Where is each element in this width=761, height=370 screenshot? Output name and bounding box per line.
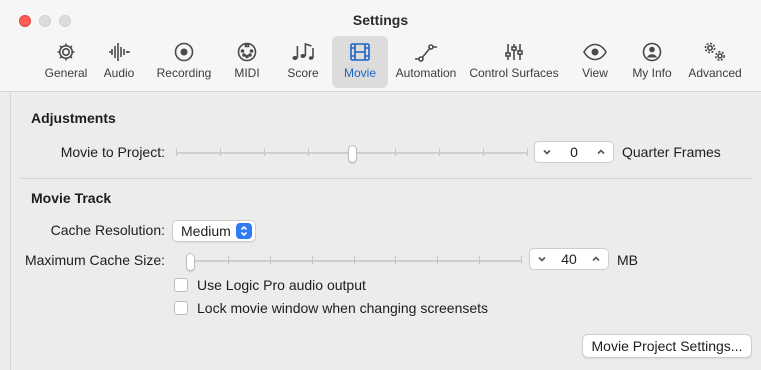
slider-tick xyxy=(437,256,438,264)
faders-icon xyxy=(466,39,562,65)
music-notes-icon xyxy=(280,39,326,65)
mb-unit: MB xyxy=(617,252,638,268)
tab-label: View xyxy=(582,66,608,80)
increment-button[interactable] xyxy=(590,142,612,162)
movie-to-project-stepper[interactable]: 0 xyxy=(534,141,614,163)
cache-resolution-label: Cache Resolution: xyxy=(50,222,165,238)
tab-score[interactable]: Score xyxy=(280,36,326,88)
stepper-value[interactable]: 40 xyxy=(552,251,586,267)
slider-knob[interactable] xyxy=(348,145,357,163)
tab-label: MIDI xyxy=(234,66,260,80)
tab-label: Score xyxy=(287,66,319,80)
max-cache-size-slider[interactable] xyxy=(186,253,522,271)
max-cache-size-label: Maximum Cache Size: xyxy=(24,252,165,268)
max-cache-size-stepper[interactable]: 40 xyxy=(529,248,609,270)
tab-recording[interactable]: Recording xyxy=(150,36,218,88)
slider-tick xyxy=(308,148,309,156)
quarter-frames-unit: Quarter Frames xyxy=(622,144,721,160)
tab-label: General xyxy=(44,66,88,80)
increment-button[interactable] xyxy=(585,249,607,269)
slider-tick xyxy=(439,148,440,156)
tab-view[interactable]: View xyxy=(574,36,616,88)
slider-tick xyxy=(312,256,313,264)
chevron-up-icon xyxy=(597,149,605,155)
chevron-up-icon xyxy=(592,256,600,262)
movie-track-heading: Movie Track xyxy=(31,190,112,206)
slider-tick xyxy=(220,148,221,156)
movie-to-project-label: Movie to Project: xyxy=(60,144,165,160)
decrement-button[interactable] xyxy=(531,249,553,269)
tab-movie[interactable]: Movie xyxy=(332,36,388,88)
stepper-value[interactable]: 0 xyxy=(557,144,591,160)
slider-tick xyxy=(270,256,271,264)
slider-tick xyxy=(521,256,522,264)
settings-window: Settings General Audio Recording MIDI Sc… xyxy=(0,0,761,370)
cache-resolution-popup[interactable]: Medium xyxy=(172,220,256,242)
slider-tick xyxy=(527,148,528,156)
tab-label: Advanced xyxy=(688,66,742,80)
tab-control-surfaces[interactable]: Control Surfaces xyxy=(466,36,562,88)
person-icon xyxy=(626,39,678,65)
tab-label: Automation xyxy=(395,66,457,80)
tab-general[interactable]: General xyxy=(38,36,94,88)
gear-icon xyxy=(38,39,94,65)
use-logic-audio-checkbox[interactable]: Use Logic Pro audio output xyxy=(174,277,366,293)
slider-tick xyxy=(479,256,480,264)
chevron-down-icon xyxy=(538,256,546,262)
tab-label: Audio xyxy=(103,66,135,80)
chevron-down-icon xyxy=(543,149,551,155)
movie-settings-pane: Adjustments Movie to Project: 0 Quarter … xyxy=(10,93,761,370)
toolbar: Settings General Audio Recording MIDI Sc… xyxy=(0,0,761,92)
tab-my-info[interactable]: My Info xyxy=(626,36,678,88)
checkbox-label: Lock movie window when changing screense… xyxy=(197,300,489,316)
slider-knob[interactable] xyxy=(186,253,195,271)
midi-connector-icon xyxy=(224,39,270,65)
tab-label: Recording xyxy=(156,66,212,80)
gears-icon xyxy=(684,39,746,65)
slider-tick xyxy=(395,148,396,156)
slider-tick xyxy=(354,256,355,264)
checkbox-label: Use Logic Pro audio output xyxy=(197,277,366,293)
slider-tick xyxy=(228,256,229,264)
tab-label: Control Surfaces xyxy=(469,66,559,80)
section-divider xyxy=(21,178,752,179)
slider-tick xyxy=(264,148,265,156)
adjustments-heading: Adjustments xyxy=(31,110,116,126)
lock-movie-window-checkbox[interactable]: Lock movie window when changing screense… xyxy=(174,300,488,316)
checkbox-box[interactable] xyxy=(174,301,188,315)
tab-advanced[interactable]: Advanced xyxy=(684,36,746,88)
tab-audio[interactable]: Audio xyxy=(96,36,142,88)
slider-tick xyxy=(483,148,484,156)
tab-automation[interactable]: Automation xyxy=(392,36,460,88)
automation-curve-icon xyxy=(392,39,460,65)
eye-icon xyxy=(574,39,616,65)
tab-label: My Info xyxy=(632,66,672,80)
decrement-button[interactable] xyxy=(536,142,558,162)
cache-resolution-value: Medium xyxy=(181,223,231,239)
slider-tick xyxy=(176,148,177,156)
movie-project-settings-button[interactable]: Movie Project Settings... xyxy=(582,334,752,358)
checkbox-box[interactable] xyxy=(174,278,188,292)
popup-chevrons-icon xyxy=(236,223,252,239)
waveform-icon xyxy=(96,39,142,65)
film-icon xyxy=(332,39,388,65)
record-icon xyxy=(150,39,218,65)
tab-midi[interactable]: MIDI xyxy=(224,36,270,88)
settings-tabs: General Audio Recording MIDI Score Movie… xyxy=(0,36,761,88)
window-title: Settings xyxy=(352,12,409,28)
tab-label: Movie xyxy=(343,66,376,80)
slider-tick xyxy=(395,256,396,264)
movie-to-project-slider[interactable] xyxy=(176,145,528,163)
